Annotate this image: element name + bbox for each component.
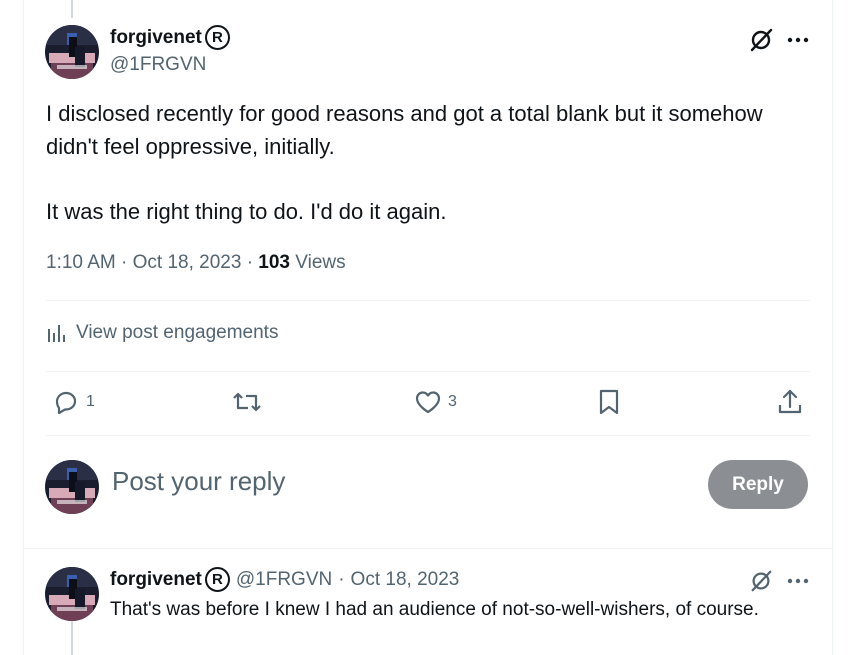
reply-input[interactable]: Post your reply <box>112 466 285 497</box>
share-upload-icon <box>778 389 802 414</box>
reply-header: forgivenet R @1FRGVN · Oct 18, 2023 <box>110 567 459 592</box>
post-text-paragraph-2: It was the right thing to do. I'd do it … <box>46 198 447 224</box>
views-label: Views <box>295 252 346 273</box>
composer-avatar[interactable] <box>45 460 99 514</box>
author-handle[interactable]: @1FRGVN <box>110 54 206 76</box>
post-text: I disclosed recently for good reasons an… <box>46 98 776 228</box>
share-action[interactable] <box>776 388 804 416</box>
more-dots-icon[interactable] <box>784 26 812 54</box>
repost-arrows-icon <box>233 392 261 412</box>
like-count: 3 <box>448 393 457 410</box>
divider <box>46 300 810 301</box>
separator-dot: · <box>338 568 345 590</box>
reply-text: That's was before I knew I had an audien… <box>110 599 759 620</box>
reply-date[interactable]: Oct 18, 2023 <box>351 569 460 591</box>
bookmark-action[interactable] <box>596 388 622 416</box>
reply-author-name-text[interactable]: forgivenet <box>110 569 202 591</box>
post-date[interactable]: Oct 18, 2023 <box>133 252 242 273</box>
section-divider <box>24 548 832 549</box>
registered-badge-icon: R <box>204 567 230 592</box>
post-metadata: 1:10 AM · Oct 18, 2023 · 103 Views <box>46 252 346 273</box>
post-time[interactable]: 1:10 AM <box>46 252 116 273</box>
like-action[interactable]: 3 <box>414 388 457 416</box>
more-dots-icon[interactable] <box>784 567 812 595</box>
view-engagements-link[interactable]: View post engagements <box>46 322 278 344</box>
divider <box>46 371 810 372</box>
reply-button[interactable]: Reply <box>708 460 808 509</box>
author-name[interactable]: forgivenet R <box>110 25 230 50</box>
speech-bubble-icon <box>55 391 77 415</box>
thread-connector-top <box>71 0 73 18</box>
reply-author-name[interactable]: forgivenet R <box>110 567 230 592</box>
registered-badge-icon: R <box>204 25 230 50</box>
slashed-circle-icon[interactable] <box>747 567 775 595</box>
author-name-text[interactable]: forgivenet <box>110 27 202 49</box>
avatar[interactable] <box>45 25 99 79</box>
bookmark-icon <box>599 389 619 415</box>
post-text-paragraph-1: I disclosed recently for good reasons an… <box>46 101 763 159</box>
reply-action[interactable]: 1 <box>52 388 95 416</box>
reply-author-handle[interactable]: @1FRGVN <box>236 569 332 591</box>
views-count: 103 <box>258 252 290 273</box>
bar-chart-icon <box>48 325 65 342</box>
view-engagements-label[interactable]: View post engagements <box>76 322 278 344</box>
repost-action[interactable] <box>232 388 262 416</box>
divider <box>46 435 810 436</box>
heart-icon <box>415 391 441 414</box>
reply-avatar[interactable] <box>45 567 99 621</box>
slashed-circle-icon[interactable] <box>747 26 775 54</box>
reply-count: 1 <box>86 393 95 410</box>
thread-connector-bottom <box>71 621 73 655</box>
